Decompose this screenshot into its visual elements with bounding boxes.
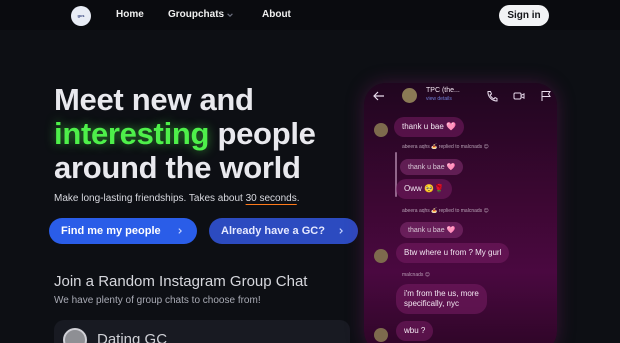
reply-note: abeera aqhs 🍝 replied to malcnads 😊	[402, 144, 489, 150]
message-bubble-multiline: i'm from the us, more specifically, nyc	[396, 284, 487, 314]
hero-line-1: Meet new and	[54, 82, 254, 117]
sign-in-button[interactable]: Sign in	[499, 5, 549, 26]
chat-subtitle: view details	[426, 96, 452, 102]
join-section-subtitle: We have plenty of group chats to choose …	[54, 295, 261, 306]
hero-subtitle: Make long-lasting friendships. Takes abo…	[54, 193, 300, 204]
phone-icon	[487, 91, 498, 102]
quoted-message: thank u bae 🩷	[400, 159, 464, 175]
chat-preview-phone: TPC (the... view details thank u bae 🩷 a…	[364, 83, 557, 343]
hero-highlight: interesting	[54, 116, 210, 151]
avatar	[374, 249, 388, 263]
hero-line-3: around the world	[54, 150, 301, 185]
chevron-down-icon[interactable]	[226, 11, 234, 19]
message-bubble: thank u bae 🩷	[394, 117, 464, 137]
avatar	[374, 328, 388, 342]
chat-header: TPC (the... view details	[364, 83, 557, 109]
reply-note: abeera aqhs 🍝 replied to malcnads 😊	[402, 208, 489, 214]
message-line: specifically, nyc	[404, 299, 459, 308]
top-nav: gcs Home Groupchats About Sign in	[0, 0, 620, 30]
chat-name: TPC (the...	[426, 87, 460, 94]
nav-home-link[interactable]: Home	[116, 9, 144, 20]
nav-groupchats-link[interactable]: Groupchats	[168, 9, 224, 20]
subtitle-duration: 30 seconds	[245, 193, 297, 204]
message-line: i'm from the us, more	[404, 289, 479, 298]
subtitle-end: .	[296, 193, 300, 204]
find-my-people-button[interactable]: Find me my people	[49, 218, 197, 244]
nav-about-link[interactable]: About	[262, 9, 291, 20]
hero-line-2: interesting people	[54, 117, 354, 151]
flag-icon	[541, 91, 551, 101]
avatar	[63, 328, 87, 343]
group-chat-card[interactable]: Dating GC	[54, 320, 350, 343]
hero-title: Meet new and interesting people around t…	[54, 83, 354, 185]
already-have-gc-label: Already have a GC?	[221, 225, 325, 237]
subtitle-text: Make long-lasting friendships. Takes abo…	[54, 193, 246, 204]
hero-line-2-rest: people	[209, 116, 316, 151]
avatar	[374, 123, 388, 137]
message-bubble: Btw where u from ? My gurl	[396, 243, 510, 263]
message-bubble: Oww 🥺🌹	[396, 179, 452, 199]
back-arrow-icon	[373, 91, 384, 101]
message-bubble: wbu ?	[396, 321, 434, 341]
quoted-message: thank u bae 🩷	[400, 222, 464, 238]
group-chat-card-title: Dating GC	[97, 331, 168, 343]
video-icon	[513, 92, 525, 100]
site-logo[interactable]: gcs	[71, 6, 91, 26]
chevron-right-icon	[178, 228, 182, 234]
sender-note: malcnads 😊	[402, 272, 431, 278]
already-have-gc-button[interactable]: Already have a GC?	[209, 218, 358, 244]
chevron-right-icon	[339, 228, 343, 234]
find-my-people-label: Find me my people	[61, 225, 161, 237]
join-section-title: Join a Random Instagram Group Chat	[54, 273, 308, 290]
avatar	[402, 88, 417, 103]
